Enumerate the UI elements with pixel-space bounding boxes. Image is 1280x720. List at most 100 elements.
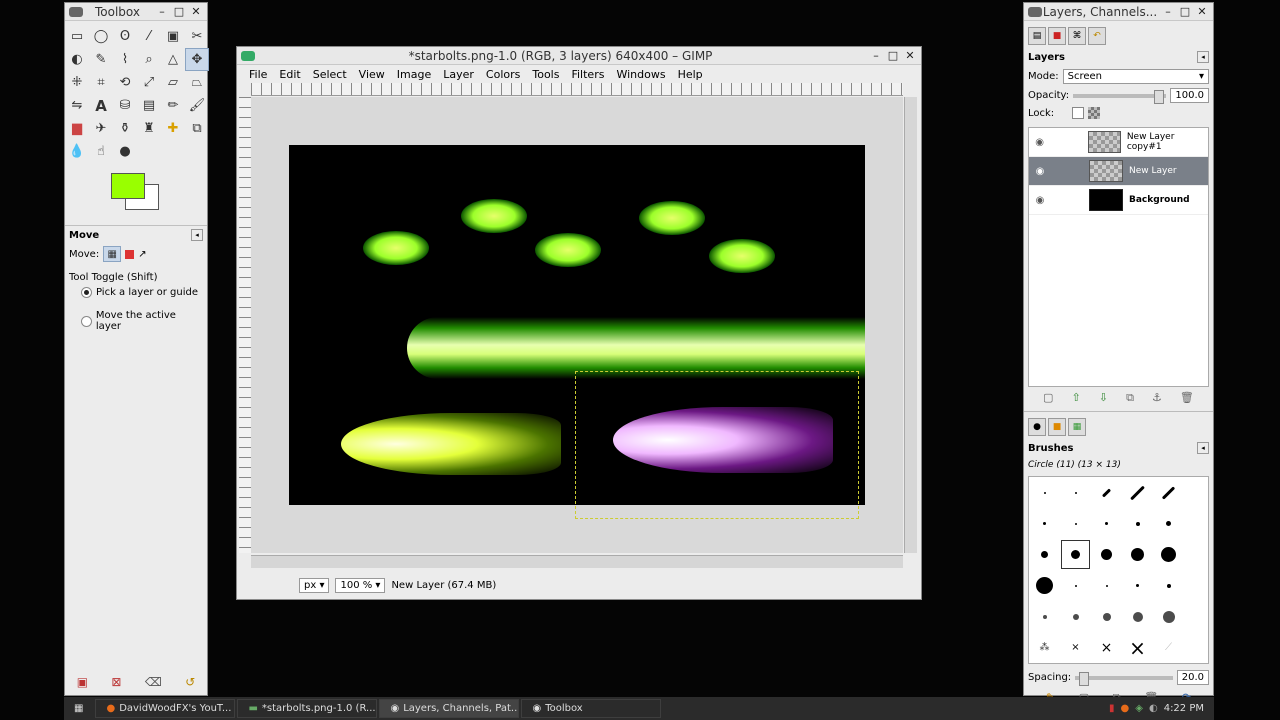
brush-cell[interactable] (1091, 539, 1122, 570)
menu-windows[interactable]: Windows (610, 68, 671, 81)
brush-cell[interactable] (1091, 477, 1122, 508)
menu-select[interactable]: Select (307, 68, 353, 81)
image-window-titlebar[interactable]: *starbolts.png-1.0 (RGB, 3 layers) 640x4… (237, 47, 921, 65)
scale-tool-icon[interactable]: ⤢ (137, 71, 161, 94)
delete-layer-icon[interactable]: 🗑 (1180, 391, 1194, 405)
tray-icon[interactable]: ● (1121, 703, 1130, 714)
layers-dock-titlebar[interactable]: Layers, Channels... – □ ✕ (1024, 3, 1213, 21)
visibility-eye-icon[interactable]: ◉ (1033, 166, 1047, 177)
spacing-value[interactable]: 20.0 (1176, 670, 1209, 685)
toolbox-titlebar[interactable]: Toolbox – □ ✕ (65, 3, 207, 21)
brush-cell[interactable] (1122, 601, 1153, 632)
tab-patterns-icon[interactable]: ■ (1048, 418, 1066, 436)
menu-image[interactable]: Image (391, 68, 437, 81)
free-select-tool-icon[interactable]: ʘ (113, 25, 137, 48)
brush-cell[interactable] (1029, 539, 1060, 570)
brush-cell[interactable] (1091, 508, 1122, 539)
save-options-icon[interactable]: ▣ (77, 675, 88, 689)
brush-cell[interactable]: × (1060, 632, 1091, 663)
smudge-tool-icon[interactable]: ☝ (89, 140, 113, 163)
radio-pick-layer[interactable] (81, 287, 92, 298)
brush-cell[interactable] (1122, 508, 1153, 539)
restore-options-icon[interactable]: ⊠ (111, 675, 121, 689)
start-icon[interactable]: ▦ (64, 699, 93, 718)
brush-cell[interactable] (1060, 508, 1091, 539)
tab-paths-icon[interactable]: ⌘ (1068, 27, 1086, 45)
brush-cell[interactable]: × (1091, 632, 1122, 663)
brush-cell[interactable] (1060, 601, 1091, 632)
unit-select[interactable]: px ▾ (299, 578, 330, 593)
brush-cell[interactable] (1122, 477, 1153, 508)
zoom-select[interactable]: 100 % ▾ (335, 578, 386, 593)
move-tool-icon[interactable]: ✥ (185, 48, 209, 71)
menu-filters[interactable]: Filters (565, 68, 610, 81)
move-active-layer-option[interactable]: Move the active layer (65, 308, 207, 334)
brush-cell[interactable] (1122, 570, 1153, 601)
visibility-eye-icon[interactable]: ◉ (1033, 137, 1046, 148)
color-picker-tool-icon[interactable]: ⌇ (113, 48, 137, 71)
taskbar-item[interactable]: ◉ Layers, Channels, Pat... (379, 699, 520, 718)
spacing-slider[interactable] (1075, 671, 1173, 686)
new-layer-icon[interactable]: ▢ (1043, 391, 1053, 405)
clone-tool-icon[interactable]: ♜ (137, 117, 161, 140)
layer-row[interactable]: ◉ Background (1029, 186, 1208, 215)
minimize-icon[interactable]: – (869, 49, 883, 63)
layer-row[interactable]: ◉ New Layer copy#1 (1029, 128, 1208, 157)
brush-cell[interactable] (1091, 601, 1122, 632)
minimize-icon[interactable]: – (1161, 5, 1175, 19)
close-icon[interactable]: ✕ (1195, 5, 1209, 19)
bucket-fill-tool-icon[interactable]: ⛁ (113, 94, 137, 117)
slider-knob[interactable] (1154, 89, 1165, 104)
brush-cell[interactable]: ⟋ (1153, 632, 1184, 663)
fuzzy-select-tool-icon[interactable]: ⁄ (137, 25, 161, 48)
brush-cell[interactable] (1060, 477, 1091, 508)
close-icon[interactable]: ✕ (903, 49, 917, 63)
dodge-burn-tool-icon[interactable]: ● (113, 140, 137, 163)
reset-options-icon[interactable]: ↺ (185, 675, 195, 689)
foreground-select-tool-icon[interactable]: ◐ (65, 48, 89, 71)
opacity-value[interactable]: 100.0 (1170, 88, 1209, 103)
brush-cell[interactable] (1029, 477, 1060, 508)
tab-channels-icon[interactable]: ■ (1048, 27, 1066, 45)
taskbar-item[interactable]: ▬ *starbolts.png-1.0 (R... (237, 699, 378, 718)
close-icon[interactable]: ✕ (189, 5, 203, 19)
duplicate-layer-icon[interactable]: ⧉ (1126, 391, 1134, 405)
lock-alpha-icon[interactable] (1088, 107, 1101, 119)
move-selection-mode-icon[interactable] (125, 249, 135, 259)
ink-tool-icon[interactable]: ⚱ (113, 117, 137, 140)
measure-tool-icon[interactable]: △ (161, 48, 185, 71)
menu-view[interactable]: View (353, 68, 391, 81)
brush-cell[interactable] (1153, 570, 1184, 601)
maximize-icon[interactable]: □ (172, 5, 186, 19)
rect-select-tool-icon[interactable]: ▭ (65, 25, 89, 48)
tab-undo-icon[interactable]: ↶ (1088, 27, 1106, 45)
brush-cell[interactable] (1153, 539, 1184, 570)
anchor-layer-icon[interactable]: ⚓ (1152, 391, 1162, 405)
tray-icon[interactable]: ◐ (1149, 703, 1158, 714)
taskbar-item[interactable]: ● DavidWoodFX's YouT... (95, 699, 236, 718)
color-select-tool-icon[interactable]: ▣ (161, 25, 185, 48)
brush-cell[interactable] (1153, 601, 1184, 632)
lower-layer-icon[interactable]: ⇩ (1099, 391, 1108, 405)
slider-knob[interactable] (1079, 671, 1090, 686)
brush-cell[interactable]: ⁂ (1029, 632, 1060, 663)
panel-menu-icon[interactable]: ◂ (1197, 51, 1209, 63)
ellipse-select-tool-icon[interactable]: ◯ (89, 25, 113, 48)
menu-tools[interactable]: Tools (526, 68, 565, 81)
lock-pixels-checkbox[interactable] (1072, 107, 1085, 119)
menu-colors[interactable]: Colors (480, 68, 526, 81)
radio-move-active[interactable] (81, 315, 92, 327)
brush-cell[interactable] (1153, 508, 1184, 539)
taskbar-item[interactable]: ◉ Toolbox (521, 699, 662, 718)
foreground-color-swatch[interactable] (111, 173, 145, 199)
scissors-select-tool-icon[interactable]: ✂ (185, 25, 209, 48)
horizontal-scrollbar[interactable] (251, 555, 903, 568)
opacity-slider[interactable] (1073, 89, 1167, 104)
blend-tool-icon[interactable]: ▤ (137, 94, 161, 117)
brush-cell[interactable]: × (1122, 632, 1153, 663)
menu-edit[interactable]: Edit (273, 68, 306, 81)
tray-icon[interactable]: ◈ (1135, 703, 1143, 714)
brush-grid[interactable]: ⁂ × × × ⟋ (1028, 476, 1209, 664)
maximize-icon[interactable]: □ (1178, 5, 1192, 19)
move-layer-mode-icon[interactable]: ▦ (103, 246, 122, 262)
